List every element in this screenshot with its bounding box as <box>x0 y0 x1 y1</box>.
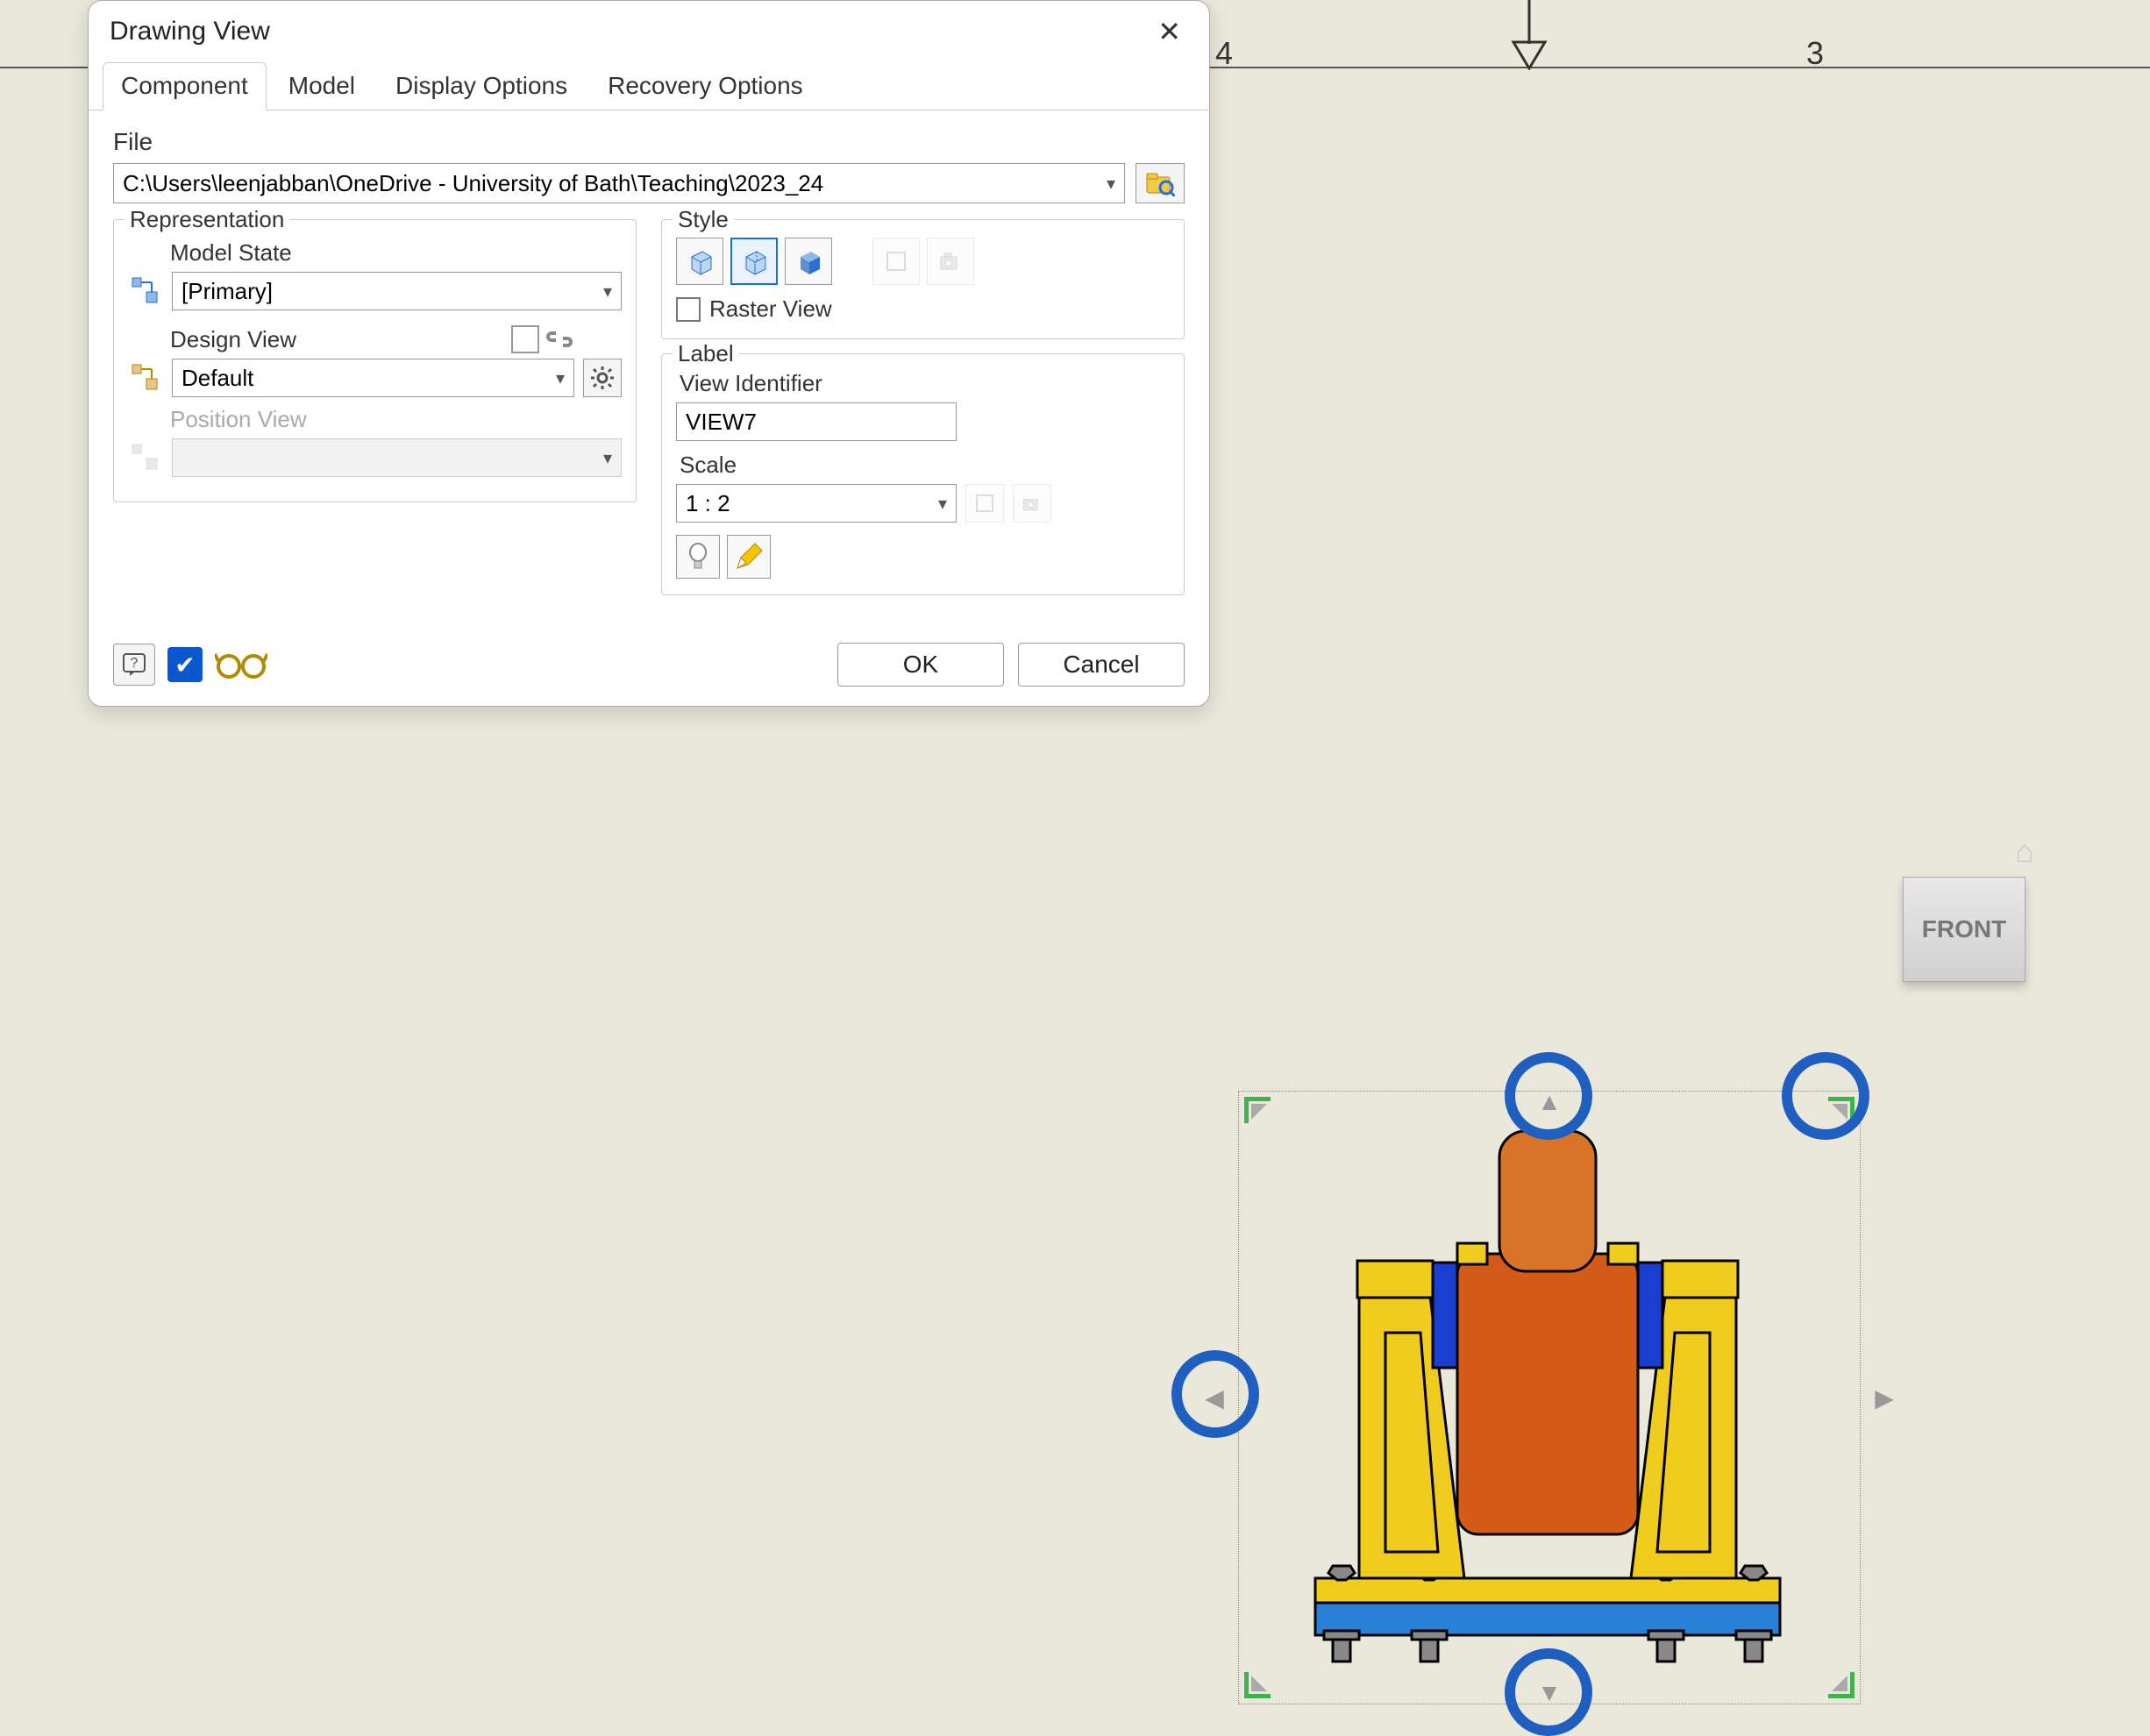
view-cube[interactable]: ⌂ FRONT <box>1903 877 2025 1000</box>
browse-file-button[interactable] <box>1136 163 1185 203</box>
edit-view-label-button[interactable] <box>727 535 771 579</box>
file-path-text: C:\Users\leenjabban\OneDrive - Universit… <box>123 170 823 197</box>
style-hidden-line-button[interactable] <box>676 238 723 285</box>
gear-icon <box>590 366 615 390</box>
model-state-dropdown[interactable]: [Primary] ▾ <box>172 272 622 310</box>
raster-view-label: Raster View <box>709 295 832 323</box>
scale-dropdown[interactable]: 1 : 2 ▾ <box>676 484 957 523</box>
scale-value: 1 : 2 <box>686 490 730 517</box>
view-selection-box[interactable]: ▲ ▼ ◀ ▶ <box>1238 1091 1861 1704</box>
lightbulb-icon <box>687 542 708 572</box>
style-title: Style <box>673 206 734 233</box>
corner-bracket-icon <box>1819 1097 1855 1132</box>
scale-label: Scale <box>680 452 1170 479</box>
style-shaded-button[interactable] <box>785 238 832 285</box>
pencil-icon <box>734 542 764 572</box>
file-label: File <box>113 128 1185 156</box>
glasses-icon <box>215 647 267 682</box>
design-view-value: Default <box>182 365 253 392</box>
raster-view-checkbox[interactable] <box>676 297 701 322</box>
dialog-title: Drawing View <box>110 17 270 46</box>
chevron-down-icon: ▾ <box>556 367 565 389</box>
scale-render-button <box>1013 484 1051 523</box>
drawing-view-dialog: Drawing View ✕ Component Model Display O… <box>88 0 1210 707</box>
cube-shaded-icon <box>794 246 823 276</box>
tab-recovery-options[interactable]: Recovery Options <box>589 62 822 110</box>
tab-display-options[interactable]: Display Options <box>377 62 586 110</box>
chevron-down-icon: ▾ <box>603 281 612 302</box>
corner-bracket-icon <box>1819 1663 1855 1698</box>
chevron-down-icon: ▾ <box>938 493 947 515</box>
link-icon <box>546 326 573 352</box>
preview-toggle-checkbox[interactable]: ✔ <box>167 647 203 682</box>
label-group: Label View Identifier Scale 1 : 2 ▾ <box>661 353 1185 595</box>
camera-icon <box>937 248 964 274</box>
representation-group: Representation Model State [Primary] ▾ D… <box>113 219 637 502</box>
style-render-button <box>927 238 974 285</box>
datum-arrow-icon <box>1503 0 1556 75</box>
view-identifier-label: View Identifier <box>680 370 1170 397</box>
position-view-dropdown: ▾ <box>172 438 622 477</box>
help-icon: ? <box>121 651 147 678</box>
home-icon[interactable]: ⌂ <box>2015 833 2034 870</box>
model-state-icon <box>128 274 163 309</box>
style-from-base-checkbox <box>872 238 920 285</box>
dialog-titlebar[interactable]: Drawing View ✕ <box>89 1 1209 59</box>
style-group: Style <box>661 219 1185 339</box>
help-button[interactable]: ? <box>113 644 155 686</box>
file-path-dropdown[interactable]: C:\Users\leenjabban\OneDrive - Universit… <box>113 163 1125 203</box>
position-view-icon <box>128 440 163 475</box>
project-right-button[interactable]: ▶ <box>1870 1384 1898 1412</box>
scale-from-base-checkbox <box>965 484 1004 523</box>
tab-component[interactable]: Component <box>103 62 267 110</box>
chevron-down-icon: ▾ <box>603 447 612 469</box>
design-view-icon <box>128 360 163 395</box>
view-cube-face[interactable]: FRONT <box>1903 877 2025 982</box>
chevron-down-icon: ▾ <box>1107 173 1115 195</box>
model-state-value: [Primary] <box>182 278 273 305</box>
design-view-associative-checkbox[interactable] <box>511 325 539 353</box>
style-hidden-removed-button[interactable] <box>730 238 778 285</box>
label-title: Label <box>673 340 739 367</box>
cube-visible-icon <box>739 246 769 276</box>
cancel-button[interactable]: Cancel <box>1018 643 1185 687</box>
close-icon[interactable]: ✕ <box>1147 11 1192 52</box>
design-view-dropdown[interactable]: Default ▾ <box>172 359 574 397</box>
ok-button[interactable]: OK <box>837 643 1004 687</box>
ruler-number-4: 4 <box>1215 35 1233 72</box>
toggle-label-visibility-button[interactable] <box>676 535 720 579</box>
project-top-button[interactable]: ▲ <box>1535 1088 1563 1116</box>
view-identifier-input[interactable] <box>676 402 957 441</box>
design-view-settings-button[interactable] <box>583 359 622 397</box>
ruler-number-3: 3 <box>1806 35 1824 72</box>
model-state-label: Model State <box>170 239 622 267</box>
svg-text:?: ? <box>131 656 139 671</box>
project-left-button[interactable]: ◀ <box>1200 1384 1228 1412</box>
camera-icon <box>1021 492 1043 515</box>
design-view-label: Design View <box>170 326 296 353</box>
dialog-tabs: Component Model Display Options Recovery… <box>89 59 1209 110</box>
position-view-label: Position View <box>170 406 622 433</box>
cube-hidden-icon <box>685 246 715 276</box>
corner-bracket-icon <box>1244 1663 1279 1698</box>
tab-model[interactable]: Model <box>270 62 374 110</box>
corner-bracket-icon <box>1244 1097 1279 1132</box>
representation-title: Representation <box>125 206 289 233</box>
